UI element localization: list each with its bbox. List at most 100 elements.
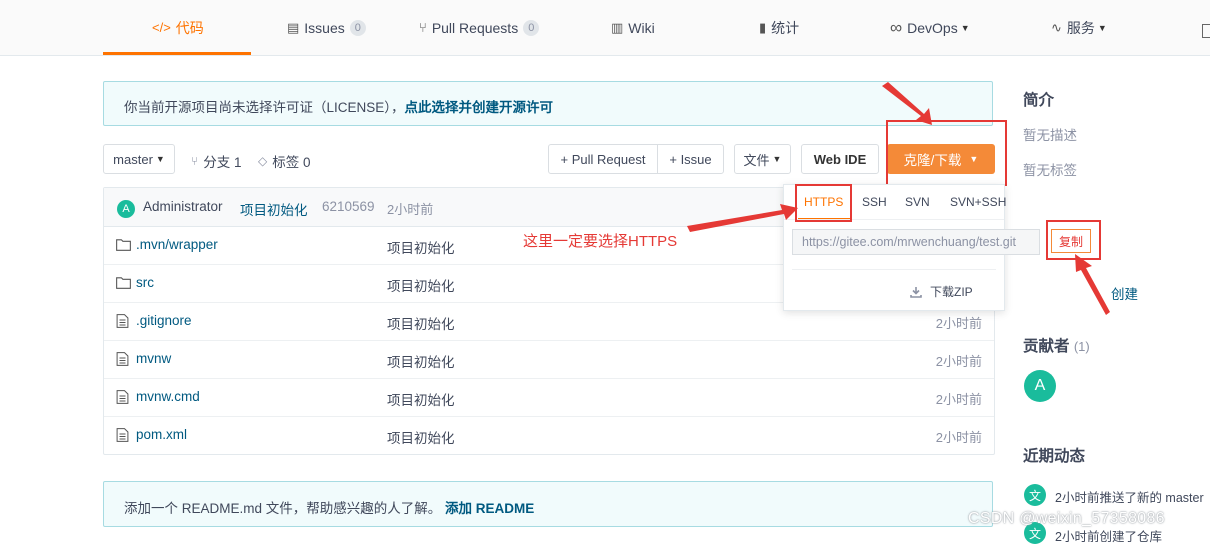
file-time: 2小时前 <box>935 316 982 331</box>
file-commit-message[interactable]: 项目初始化 <box>387 427 455 447</box>
tab-service[interactable]: ∿ 服务 ▼ <box>1051 0 1107 55</box>
readme-notice: 添加一个 README.md 文件，帮助感兴趣的人了解。 添加 README <box>103 481 993 527</box>
activity-item[interactable]: 2小时前推送了新的 master <box>1055 487 1210 506</box>
tab-label: 代码 <box>175 19 204 36</box>
file-icon <box>116 390 129 404</box>
file-commit-message[interactable]: 项目初始化 <box>387 313 455 333</box>
file-time: 2小时前 <box>935 430 982 445</box>
tab-label: DevOps <box>907 19 958 36</box>
tags-link[interactable]: ◇ 标签 0 <box>258 151 311 171</box>
file-icon <box>116 352 129 366</box>
file-commit-message[interactable]: 项目初始化 <box>387 351 455 371</box>
activity-avatar[interactable]: 文 <box>1024 484 1046 506</box>
readme-message: 添加一个 README.md 文件，帮助感兴趣的人了解。 <box>124 501 442 516</box>
branches-link[interactable]: ⑂ 分支 1 <box>191 151 241 171</box>
no-tags-text: 暂无标签 <box>1023 163 1077 178</box>
branch-select[interactable]: master ▼ <box>103 144 175 174</box>
tab-issues[interactable]: ▤ Issues 0 <box>287 0 366 55</box>
folder-icon <box>116 277 131 289</box>
commit-message[interactable]: 项目初始化 <box>240 199 308 219</box>
add-readme-link[interactable]: 添加 README <box>445 501 534 516</box>
wiki-icon: ▥ <box>611 19 624 35</box>
file-name[interactable]: mvnw.cmd <box>136 389 200 404</box>
caret-down-icon: ▼ <box>960 22 970 33</box>
intro-heading: 简介 <box>1023 92 1055 109</box>
folder-icon <box>116 239 131 251</box>
tab-pull-requests[interactable]: ⑂ Pull Requests 0 <box>419 0 540 55</box>
caret-down-icon: ▼ <box>1097 22 1107 33</box>
more-icon[interactable] <box>1202 24 1210 38</box>
table-row[interactable]: pom.xml 项目初始化 2小时前 <box>104 417 994 454</box>
table-row[interactable]: mvnw.cmd 项目初始化 2小时前 <box>104 379 994 417</box>
tab-ssh[interactable]: SSH <box>862 195 887 209</box>
commit-author[interactable]: Administrator <box>143 199 223 214</box>
caret-down-icon: ▼ <box>155 154 165 164</box>
divider <box>792 269 996 270</box>
contributor-avatar[interactable]: A <box>1024 370 1056 402</box>
new-issue-button[interactable]: + Issue <box>657 144 724 174</box>
file-name[interactable]: src <box>136 275 154 290</box>
clone-url-input[interactable]: https://gitee.com/mrwenchuang/test.git <box>792 229 1040 255</box>
create-license-link[interactable]: 点此选择并创建开源许可 <box>405 100 554 115</box>
download-zip-link[interactable]: 下载ZIP <box>910 283 973 300</box>
contributors-title: 贡献者 <box>1023 338 1070 355</box>
no-description-text: 暂无描述 <box>1023 128 1077 143</box>
tab-svn[interactable]: SVN <box>905 195 930 209</box>
file-icon <box>116 314 129 328</box>
commit-time: 2小时前 <box>387 202 434 217</box>
download-icon <box>910 286 922 298</box>
annotation-box-clone <box>886 120 1007 186</box>
file-name[interactable]: .gitignore <box>136 313 192 328</box>
activity-item[interactable]: 2小时前创建了仓库 <box>1055 526 1162 545</box>
annotation-text: 这里一定要选择HTTPS <box>523 233 678 250</box>
file-commit-message[interactable]: 项目初始化 <box>387 237 455 257</box>
file-time: 2小时前 <box>935 354 982 369</box>
file-name[interactable]: pom.xml <box>136 427 187 442</box>
tab-wiki[interactable]: ▥ Wiki <box>611 0 655 55</box>
file-commit-message[interactable]: 项目初始化 <box>387 275 455 295</box>
tab-devops[interactable]: ∞ DevOps ▼ <box>890 0 970 55</box>
file-menu-button[interactable]: 文件 ▼ <box>734 144 791 174</box>
watermark: CSDN @weixin_57358086 <box>968 510 1165 527</box>
readme-notice-text: 添加一个 README.md 文件，帮助感兴趣的人了解。 添加 README <box>124 497 534 517</box>
license-notice: 你当前开源项目尚未选择许可证（LICENSE），点此选择并创建开源许可 <box>103 81 993 126</box>
branch-icon: ⑂ <box>191 154 199 168</box>
file-icon <box>116 428 129 442</box>
new-pull-request-button[interactable]: + Pull Request <box>548 144 658 174</box>
file-time: 2小时前 <box>935 392 982 407</box>
issues-icon: ▤ <box>287 19 300 35</box>
tab-label: 统计 <box>771 19 800 36</box>
license-notice-text: 你当前开源项目尚未选择许可证（LICENSE），点此选择并创建开源许可 <box>124 96 553 116</box>
contributors-heading: 贡献者 (1) <box>1023 334 1090 356</box>
tab-label: Wiki <box>628 19 655 36</box>
tab-stats[interactable]: ▮ 统计 <box>759 0 799 55</box>
file-commit-message[interactable]: 项目初始化 <box>387 389 455 409</box>
file-name[interactable]: mvnw <box>136 351 171 366</box>
notice-message: 你当前开源项目尚未选择许可证（LICENSE）， <box>124 100 405 115</box>
code-icon: </> <box>152 20 171 35</box>
pull-request-icon: ⑂ <box>419 20 427 35</box>
annotation-box-copy <box>1046 220 1101 260</box>
file-label: 文件 <box>743 152 770 168</box>
annotation-box-https <box>795 184 852 222</box>
branch-name: master <box>113 151 153 167</box>
issues-count-badge: 0 <box>349 19 366 36</box>
download-zip-label: 下载ZIP <box>930 285 973 299</box>
tab-code[interactable]: </> 代码 <box>152 0 204 55</box>
commit-hash[interactable]: 6210569 <box>322 199 375 214</box>
tags-label: 标签 0 <box>272 155 311 170</box>
activity-heading: 近期动态 <box>1023 448 1086 465</box>
create-link[interactable]: 创建 <box>1111 283 1138 303</box>
table-row[interactable]: mvnw 项目初始化 2小时前 <box>104 341 994 379</box>
caret-down-icon: ▼ <box>772 154 782 164</box>
web-ide-button[interactable]: Web IDE <box>801 144 879 174</box>
devops-icon: ∞ <box>890 17 903 37</box>
avatar[interactable]: A <box>117 200 135 218</box>
tab-svn-ssh[interactable]: SVN+SSH <box>950 195 1006 209</box>
pr-count-badge: 0 <box>523 19 540 36</box>
arrow-to-copy-icon <box>1075 254 1110 315</box>
active-tab-indicator <box>103 52 251 55</box>
file-name[interactable]: .mvn/wrapper <box>136 237 218 252</box>
service-icon: ∿ <box>1051 19 1062 35</box>
tag-icon: ◇ <box>258 154 268 168</box>
